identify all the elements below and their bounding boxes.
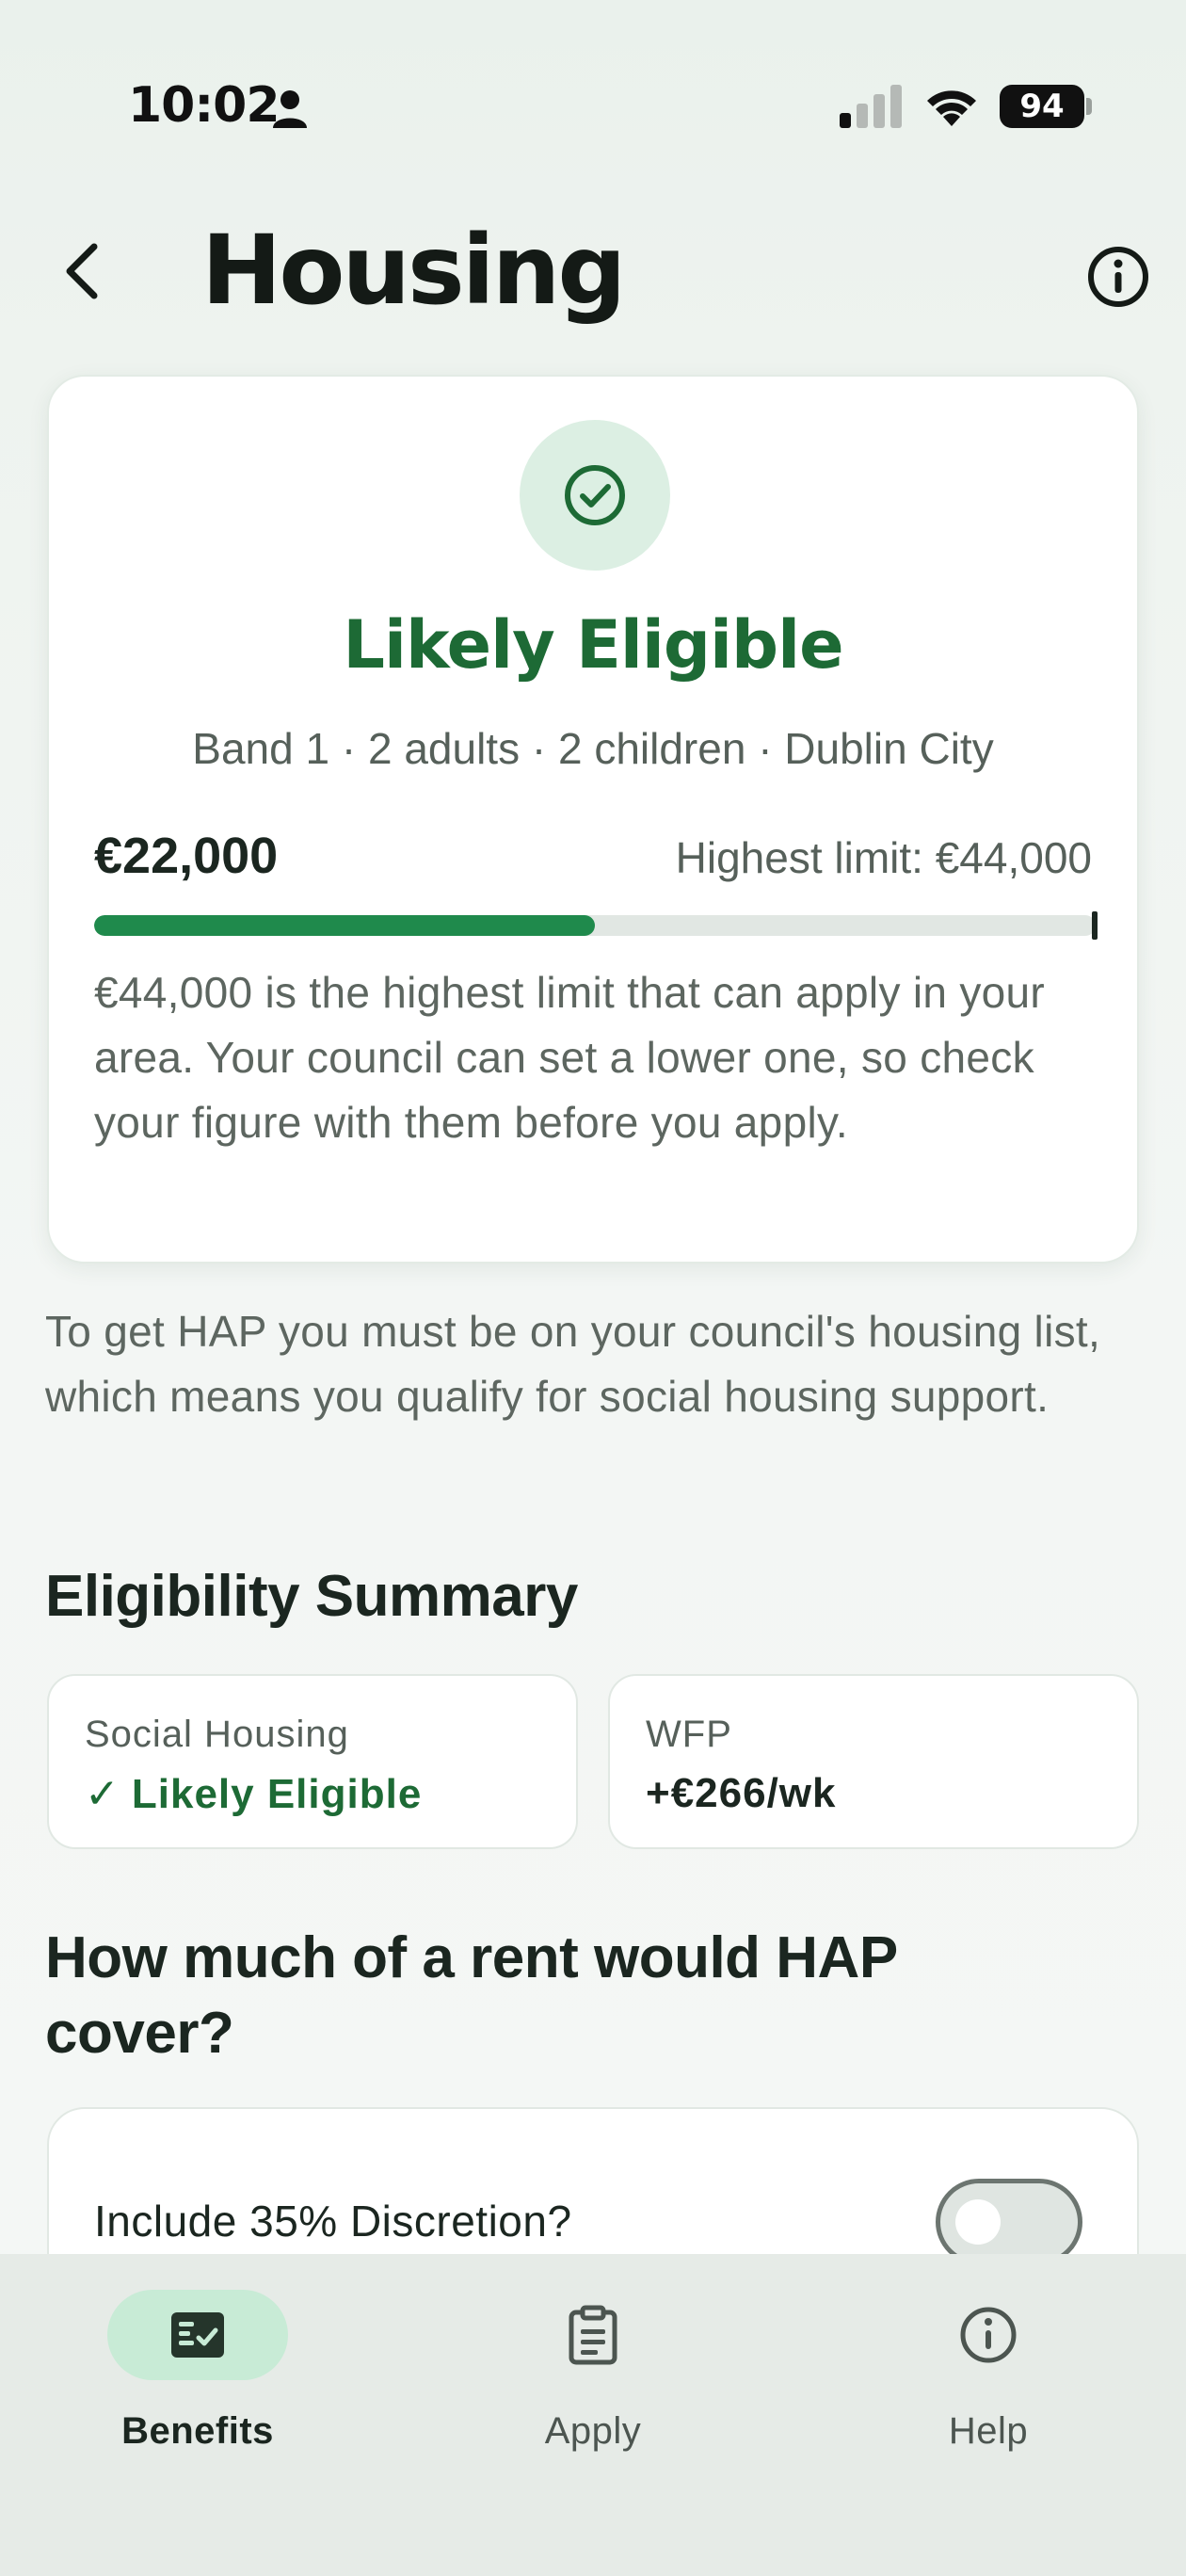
summary-tile-social-housing[interactable]: Social Housing ✓ Likely Eligible: [47, 1674, 578, 1849]
income-value: €22,000: [94, 828, 279, 884]
battery-tip: [1086, 98, 1092, 115]
nav-item-benefits[interactable]: Benefits: [56, 2290, 339, 2478]
tile-label: Social Housing: [85, 1714, 349, 1755]
check-circle-icon: [565, 465, 625, 525]
info-icon: [960, 2307, 1017, 2363]
battery-indicator: 94: [1000, 85, 1084, 128]
back-button[interactable]: [53, 233, 109, 309]
result-heading: Likely Eligible: [343, 606, 843, 684]
benefits-icon: [171, 2312, 224, 2358]
info-button[interactable]: [1082, 241, 1154, 313]
nav-label-help: Help: [948, 2410, 1029, 2452]
nav-item-apply[interactable]: Apply: [452, 2290, 734, 2478]
tile-label: WFP: [646, 1714, 732, 1755]
highest-limit-label: Highest limit: €44,000: [675, 833, 1092, 882]
discretion-label: Include 35% Discretion?: [94, 2197, 572, 2246]
info-icon: [1088, 247, 1148, 307]
income-progress-bar: [94, 915, 1096, 936]
nav-label-apply: Apply: [544, 2410, 642, 2452]
nav-active-indicator: [107, 2290, 288, 2380]
tile-value: +€266/wk: [646, 1770, 837, 1816]
page-title: Housing: [201, 215, 626, 327]
check-badge: [520, 420, 670, 571]
hap-coverage-title: How much of a rent would HAP cover?: [45, 1925, 897, 2066]
chevron-left-icon: [66, 243, 98, 299]
wifi-icon: [927, 90, 976, 126]
person-icon: [273, 90, 307, 128]
household-summary: Band 1 · 2 adults · 2 children · Dublin …: [192, 724, 994, 773]
clipboard-icon: [569, 2305, 617, 2365]
discretion-toggle[interactable]: [936, 2179, 1082, 2265]
nav-label-benefits: Benefits: [121, 2410, 274, 2452]
status-time: 10:02: [128, 77, 280, 134]
toggle-knob: [955, 2199, 1001, 2245]
nav-icon-wrap: [898, 2290, 1079, 2380]
summary-tile-wfp[interactable]: WFP +€266/wk: [608, 1674, 1139, 1849]
nav-item-help[interactable]: Help: [847, 2290, 1130, 2478]
check-icon: ✓: [85, 1771, 120, 1817]
income-progress-fill: [94, 915, 595, 936]
limit-marker: [1092, 911, 1098, 940]
hap-requirement-note: To get HAP you must be on your council's…: [45, 1307, 1101, 1421]
limit-note: €44,000 is the highest limit that can ap…: [94, 968, 1046, 1147]
bottom-navigation: Benefits Apply Help: [0, 2254, 1186, 2576]
nav-icon-wrap: [503, 2290, 683, 2380]
tile-value: ✓ Likely Eligible: [85, 1770, 422, 1818]
eligibility-result-card: Likely Eligible Band 1 · 2 adults · 2 ch…: [47, 375, 1139, 1264]
tile-value-text: Likely Eligible: [131, 1771, 423, 1817]
status-bar: 10:02 94: [0, 0, 1186, 188]
cellular-signal-icon: [840, 85, 902, 128]
eligibility-summary-title: Eligibility Summary: [45, 1564, 578, 1629]
screen: 10:02 94 Housing Likely Eligible Band 1 …: [0, 0, 1186, 2576]
